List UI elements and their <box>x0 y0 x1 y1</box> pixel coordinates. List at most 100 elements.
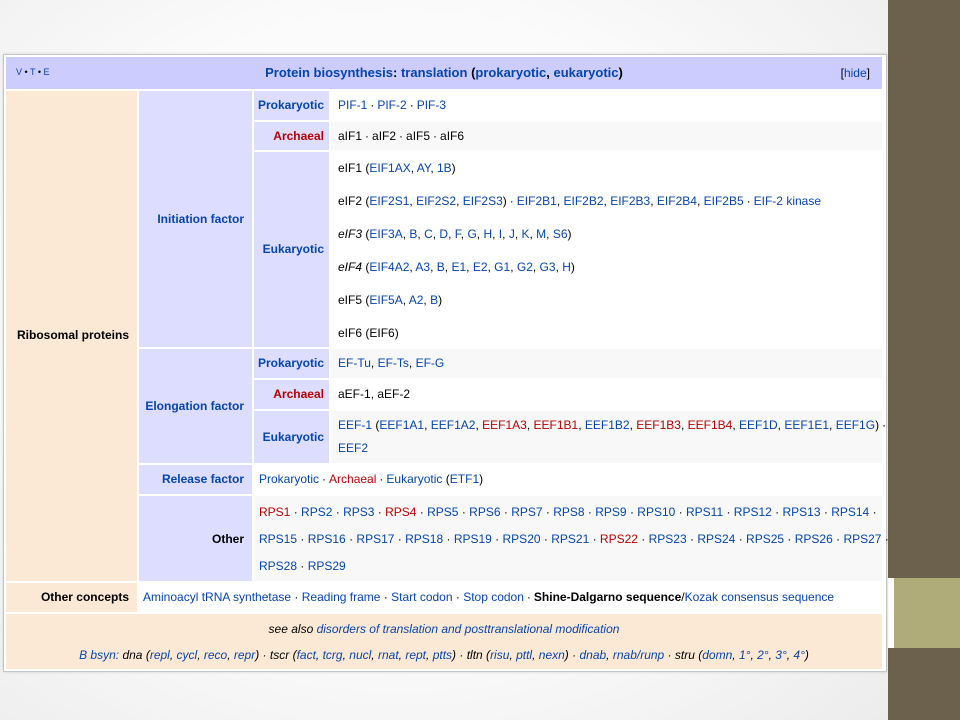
ptts-link[interactable]: ptts <box>433 648 452 662</box>
title-protein-biosynthesis-link[interactable]: Protein biosynthesis <box>265 65 393 80</box>
eif5a-link[interactable]: EIF5A <box>369 293 402 307</box>
rps27-link[interactable]: RPS27 <box>843 532 881 546</box>
rps17-link[interactable]: RPS17 <box>356 532 394 546</box>
eif1ax-link[interactable]: EIF1AX <box>369 161 410 175</box>
rps3-link[interactable]: RPS3 <box>343 505 374 519</box>
ay-link[interactable]: AY <box>417 161 431 175</box>
eef-1-link[interactable]: EEF-1 <box>338 418 372 432</box>
eef1d-link[interactable]: EEF1D <box>739 418 778 432</box>
release-prokaryotic-link[interactable]: Prokaryotic <box>259 472 319 486</box>
release-eukaryotic-link[interactable]: Eukaryotic <box>386 472 442 486</box>
rept-link[interactable]: rept <box>405 648 426 662</box>
e2-link[interactable]: E2 <box>473 260 488 274</box>
rps28-link[interactable]: RPS28 <box>259 559 297 573</box>
eef1b2-link[interactable]: EEF1B2 <box>585 418 630 432</box>
rps6-link[interactable]: RPS6 <box>469 505 500 519</box>
ef-tu-link[interactable]: EF-Tu <box>338 356 371 370</box>
shine-dalgarno-link[interactable]: Shine-Dalgarno sequence <box>534 590 681 604</box>
elongation-factor-label[interactable]: Elongation factor <box>139 398 244 414</box>
rps15-link[interactable]: RPS15 <box>259 532 297 546</box>
rps29-link[interactable]: RPS29 <box>308 559 346 573</box>
rps19-link[interactable]: RPS19 <box>454 532 492 546</box>
1b-link[interactable]: 1B <box>437 161 452 175</box>
ribosomal-proteins-label[interactable]: Ribosomal proteins <box>6 327 129 343</box>
pif-1-link[interactable]: PIF-1 <box>338 98 367 112</box>
eif2b3-link[interactable]: EIF2B3 <box>610 194 650 208</box>
pif-3-link[interactable]: PIF-3 <box>417 98 446 112</box>
rps5-link[interactable]: RPS5 <box>427 505 458 519</box>
rnat-link[interactable]: rnat <box>378 648 399 662</box>
eif2b4-link[interactable]: EIF2B4 <box>657 194 697 208</box>
init-prokaryotic-label[interactable]: Prokaryotic <box>254 97 324 113</box>
eef1a3-link[interactable]: EEF1A3 <box>482 418 527 432</box>
dnab-link[interactable]: dnab <box>579 648 606 662</box>
g2-link[interactable]: G2 <box>517 260 533 274</box>
eef1b1-link[interactable]: EEF1B1 <box>533 418 578 432</box>
nexn-link[interactable]: nexn <box>539 648 565 662</box>
elong-archaeal-label[interactable]: Archaeal <box>254 386 324 402</box>
4--link[interactable]: 4° <box>793 648 804 662</box>
rps1-link[interactable]: RPS1 <box>259 505 290 519</box>
eef1b3-link[interactable]: EEF1B3 <box>636 418 681 432</box>
eef1a1-link[interactable]: EEF1A1 <box>379 418 424 432</box>
2--link[interactable]: 2° <box>757 648 768 662</box>
kozak-link[interactable]: Kozak consensus sequence <box>685 590 834 604</box>
pif-2-link[interactable]: PIF-2 <box>377 98 406 112</box>
eif2s1-link[interactable]: EIF2S1 <box>369 194 409 208</box>
h-link[interactable]: H <box>483 227 492 241</box>
b-link[interactable]: B <box>430 293 438 307</box>
rps11-link[interactable]: RPS11 <box>686 505 723 519</box>
eif2s3-link[interactable]: EIF2S3 <box>463 194 503 208</box>
hide-link[interactable]: hide <box>844 66 867 80</box>
elong-eukaryotic-label[interactable]: Eukaryotic <box>254 429 324 445</box>
rps8-link[interactable]: RPS8 <box>553 505 584 519</box>
rps23-link[interactable]: RPS23 <box>649 532 687 546</box>
fact-link[interactable]: fact <box>297 648 316 662</box>
repr-link[interactable]: repr <box>234 648 255 662</box>
e1-link[interactable]: E1 <box>451 260 466 274</box>
rps12-link[interactable]: RPS12 <box>734 505 772 519</box>
risu-link[interactable]: risu <box>490 648 509 662</box>
rps9-link[interactable]: RPS9 <box>595 505 626 519</box>
init-eukaryotic-label[interactable]: Eukaryotic <box>254 241 324 257</box>
eif2-kinase-link[interactable]: EIF-2 kinase <box>754 194 821 208</box>
eef1a2-link[interactable]: EEF1A2 <box>431 418 476 432</box>
etf1-link[interactable]: ETF1 <box>450 472 479 486</box>
nucl-link[interactable]: nucl <box>349 648 371 662</box>
see-also-link[interactable]: disorders of translation and posttransla… <box>317 622 620 636</box>
b-link[interactable]: B <box>437 260 445 274</box>
rps14-link[interactable]: RPS14 <box>831 505 869 519</box>
h-link[interactable]: H <box>562 260 571 274</box>
rps26-link[interactable]: RPS26 <box>795 532 833 546</box>
rps24-link[interactable]: RPS24 <box>697 532 735 546</box>
eif4a2-link[interactable]: EIF4A2 <box>369 260 409 274</box>
repl-link[interactable]: repl <box>150 648 170 662</box>
k-link[interactable]: K <box>521 227 529 241</box>
title-prokaryotic-link[interactable]: prokaryotic <box>475 65 546 80</box>
rps20-link[interactable]: RPS20 <box>503 532 541 546</box>
pttl-link[interactable]: pttl <box>516 648 532 662</box>
rps13-link[interactable]: RPS13 <box>783 505 821 519</box>
release-factor-label[interactable]: Release factor <box>139 471 244 487</box>
ef-g-link[interactable]: EF-G <box>416 356 445 370</box>
a2-link[interactable]: A2 <box>409 293 424 307</box>
initiation-factor-label[interactable]: Initiation factor <box>139 211 244 227</box>
eif2b1-link[interactable]: EIF2B1 <box>517 194 557 208</box>
ef-ts-link[interactable]: EF-Ts <box>378 356 409 370</box>
init-archaeal-label[interactable]: Archaeal <box>254 128 324 144</box>
d-link[interactable]: D <box>439 227 448 241</box>
rps2-link[interactable]: RPS2 <box>301 505 332 519</box>
rps7-link[interactable]: RPS7 <box>511 505 542 519</box>
a3-link[interactable]: A3 <box>415 260 430 274</box>
1--link[interactable]: 1° <box>739 648 750 662</box>
start-codon-link[interactable]: Start codon <box>391 590 452 604</box>
reco-link[interactable]: reco <box>204 648 227 662</box>
eef1g-link[interactable]: EEF1G <box>836 418 875 432</box>
rps25-link[interactable]: RPS25 <box>746 532 784 546</box>
title-eukaryotic-link[interactable]: eukaryotic <box>553 65 618 80</box>
release-archaeal-link[interactable]: Archaeal <box>329 472 376 486</box>
elong-prokaryotic-label[interactable]: Prokaryotic <box>254 355 324 371</box>
rps16-link[interactable]: RPS16 <box>308 532 346 546</box>
bsyn-prefix-link[interactable]: B bsyn: <box>79 648 122 662</box>
m-link[interactable]: M <box>536 227 546 241</box>
